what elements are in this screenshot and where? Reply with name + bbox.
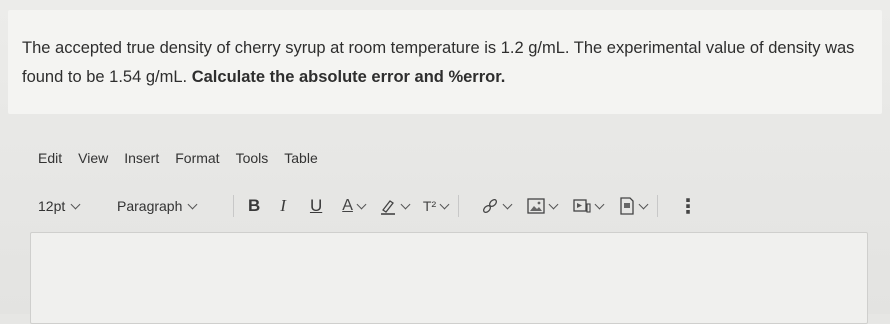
- bold-icon: B: [248, 196, 261, 215]
- menu-view[interactable]: View: [78, 150, 108, 170]
- chevron-down-icon: [356, 199, 367, 209]
- toolbar-divider: [657, 195, 659, 217]
- chevron-down-icon: [70, 199, 81, 209]
- italic-icon: I: [280, 196, 286, 215]
- chevron-down-icon: [594, 199, 605, 209]
- more-options-button[interactable]: ⋮: [678, 194, 698, 219]
- underline-button[interactable]: U: [310, 196, 322, 216]
- media-icon: [573, 199, 591, 213]
- superscript-icon: T²: [422, 198, 437, 214]
- question-card: The accepted true density of cherry syru…: [8, 10, 882, 114]
- document-icon: [620, 197, 634, 215]
- chevron-down-icon: [439, 199, 450, 209]
- chevron-down-icon: [638, 199, 649, 209]
- editor-toolbar: 12pt Paragraph B I U A T² ⋮: [38, 194, 698, 218]
- italic-button[interactable]: I: [280, 196, 286, 216]
- insert-document-button[interactable]: [619, 197, 649, 215]
- question-instruction: Calculate the absolute error and %error.: [191, 68, 506, 86]
- superscript-button[interactable]: T²: [422, 198, 450, 214]
- toolbar-divider: [233, 195, 234, 217]
- insert-link-button[interactable]: [481, 197, 513, 215]
- menu-edit[interactable]: Edit: [38, 150, 62, 170]
- text-color-icon: A: [342, 197, 353, 214]
- font-size-value: 12pt: [38, 198, 66, 214]
- bold-button[interactable]: B: [248, 196, 260, 216]
- highlight-pen-icon: [380, 200, 395, 215]
- more-options-icon: ⋮: [678, 195, 699, 218]
- answer-editor[interactable]: [30, 232, 868, 324]
- question-text: The accepted true density of cherry syru…: [22, 34, 872, 92]
- link-icon: [483, 198, 498, 214]
- toolbar-divider: [458, 195, 460, 217]
- text-color-button[interactable]: A: [342, 197, 367, 215]
- menu-insert[interactable]: Insert: [124, 150, 159, 170]
- image-icon: [527, 198, 545, 214]
- editor-menubar: Edit View Insert Format Tools Table: [38, 150, 318, 170]
- block-format-select[interactable]: Paragraph: [117, 198, 233, 214]
- block-format-value: Paragraph: [117, 198, 183, 214]
- font-size-select[interactable]: 12pt: [38, 198, 100, 214]
- chevron-down-icon: [187, 199, 198, 209]
- underline-icon: U: [309, 196, 323, 215]
- menu-table[interactable]: Table: [284, 150, 317, 170]
- chevron-down-icon: [502, 199, 513, 209]
- insert-image-button[interactable]: [527, 198, 559, 214]
- menu-tools[interactable]: Tools: [236, 150, 269, 170]
- highlight-button[interactable]: [379, 197, 411, 215]
- insert-media-button[interactable]: [573, 198, 605, 214]
- page: The accepted true density of cherry syru…: [0, 0, 890, 324]
- menu-format[interactable]: Format: [175, 150, 219, 170]
- chevron-down-icon: [400, 199, 411, 209]
- chevron-down-icon: [548, 199, 559, 209]
